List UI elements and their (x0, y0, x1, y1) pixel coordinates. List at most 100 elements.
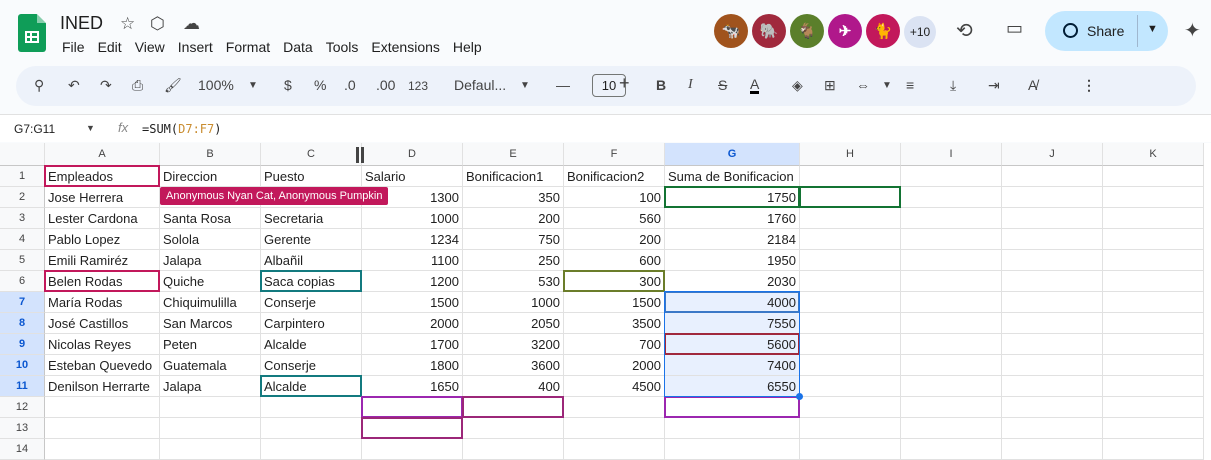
cell-f14[interactable] (564, 439, 665, 460)
cell-k3[interactable] (1103, 208, 1204, 229)
cell-i3[interactable] (901, 208, 1002, 229)
cell-i4[interactable] (901, 229, 1002, 250)
cell-j11[interactable] (1002, 376, 1103, 397)
cell-h8[interactable] (800, 313, 901, 334)
vertical-align-icon[interactable]: ⤓ (950, 77, 956, 94)
cell-e5[interactable]: 250 (463, 250, 564, 271)
column-header-j[interactable]: J (1002, 143, 1103, 166)
row-header-2[interactable]: 2 (0, 187, 45, 208)
cell-f5[interactable]: 600 (564, 250, 665, 271)
row-header-11[interactable]: 11 (0, 376, 45, 397)
cell-g5[interactable]: 1950 (665, 250, 800, 271)
cell-g8[interactable]: 7550 (665, 313, 800, 334)
cell-i9[interactable] (901, 334, 1002, 355)
cell-k1[interactable] (1103, 166, 1204, 187)
cell-d12[interactable] (362, 397, 463, 418)
cell-a2[interactable]: Jose Herrera (45, 187, 160, 208)
cell-j4[interactable] (1002, 229, 1103, 250)
column-header-h[interactable]: H (800, 143, 901, 166)
column-header-d[interactable]: D (362, 143, 463, 166)
cell-e7[interactable]: 1000 (463, 292, 564, 313)
cell-e6[interactable]: 530 (463, 271, 564, 292)
cell-c11[interactable]: Alcalde (261, 376, 362, 397)
cell-d3[interactable]: 1000 (362, 208, 463, 229)
cell-j14[interactable] (1002, 439, 1103, 460)
cell-k9[interactable] (1103, 334, 1204, 355)
cell-d8[interactable]: 2000 (362, 313, 463, 334)
cell-i2[interactable] (901, 187, 1002, 208)
cell-a14[interactable] (45, 439, 160, 460)
decrease-font-size-button[interactable]: — (556, 77, 570, 93)
cell-e3[interactable]: 200 (463, 208, 564, 229)
cell-j1[interactable] (1002, 166, 1103, 187)
cell-i14[interactable] (901, 439, 1002, 460)
cell-k10[interactable] (1103, 355, 1204, 376)
cell-j10[interactable] (1002, 355, 1103, 376)
cell-h7[interactable] (800, 292, 901, 313)
cell-c3[interactable]: Secretaria (261, 208, 362, 229)
cell-j8[interactable] (1002, 313, 1103, 334)
cell-a3[interactable]: Lester Cardona (45, 208, 160, 229)
cell-e4[interactable]: 750 (463, 229, 564, 250)
cell-b9[interactable]: Peten (160, 334, 261, 355)
cell-g4[interactable]: 2184 (665, 229, 800, 250)
cell-j2[interactable] (1002, 187, 1103, 208)
zoom-select[interactable]: 100% (198, 77, 234, 93)
chevron-down-icon[interactable]: ▼ (1147, 23, 1158, 35)
cell-k4[interactable] (1103, 229, 1204, 250)
cell-h12[interactable] (800, 397, 901, 418)
history-icon[interactable]: ⟲ (956, 18, 973, 43)
cell-e12[interactable] (463, 397, 564, 418)
cell-b4[interactable]: Solola (160, 229, 261, 250)
cell-f8[interactable]: 3500 (564, 313, 665, 334)
cell-c13[interactable] (261, 418, 362, 439)
column-header-c[interactable]: C (261, 143, 362, 166)
cell-j5[interactable] (1002, 250, 1103, 271)
cloud-status-icon[interactable]: ☁ (183, 14, 200, 34)
collaborator-avatar[interactable]: 🐘 (752, 14, 786, 48)
row-header-4[interactable]: 4 (0, 229, 45, 250)
paint-format-icon[interactable]: 🖌 (164, 77, 182, 94)
collaborator-avatar[interactable]: 🐐 (790, 14, 824, 48)
column-header-a[interactable]: A (45, 143, 160, 166)
text-wrap-icon[interactable]: ⇥ (988, 77, 1000, 94)
cell-k6[interactable] (1103, 271, 1204, 292)
cell-k13[interactable] (1103, 418, 1204, 439)
cell-a10[interactable]: Esteban Quevedo (45, 355, 160, 376)
cell-k12[interactable] (1103, 397, 1204, 418)
number-format-button[interactable]: 123 (408, 79, 428, 93)
cell-a13[interactable] (45, 418, 160, 439)
row-header-9[interactable]: 9 (0, 334, 45, 355)
cell-e1[interactable]: Bonificacion1 (463, 166, 564, 187)
cell-h5[interactable] (800, 250, 901, 271)
menu-tools[interactable]: Tools (326, 39, 359, 55)
comment-icon[interactable]: ▭ (1006, 18, 1023, 39)
cell-k14[interactable] (1103, 439, 1204, 460)
more-collaborators-badge[interactable]: +10 (904, 16, 936, 48)
star-icon[interactable]: ☆ (120, 14, 135, 34)
cell-g11[interactable]: 6550 (665, 376, 800, 397)
cell-g7[interactable]: 4000 (665, 292, 800, 313)
text-rotation-icon[interactable]: A̸ (1028, 77, 1037, 93)
cell-a11[interactable]: Denilson Herrarte (45, 376, 160, 397)
text-color-button[interactable]: A (750, 77, 760, 94)
cell-g2[interactable]: 1750 (665, 187, 800, 208)
cell-g10[interactable]: 7400 (665, 355, 800, 376)
cell-b6[interactable]: Quiche (160, 271, 261, 292)
cell-k2[interactable] (1103, 187, 1204, 208)
cell-c8[interactable]: Carpintero (261, 313, 362, 334)
cell-a6[interactable]: Belen Rodas (45, 271, 160, 292)
row-header-14[interactable]: 14 (0, 439, 45, 460)
column-header-k[interactable]: K (1103, 143, 1204, 166)
cell-d14[interactable] (362, 439, 463, 460)
cell-f10[interactable]: 2000 (564, 355, 665, 376)
collaborator-avatar[interactable]: 🐄 (714, 14, 748, 48)
cell-b1[interactable]: Direccion (160, 166, 261, 187)
cell-i7[interactable] (901, 292, 1002, 313)
italic-button[interactable]: I (688, 77, 693, 93)
strikethrough-button[interactable]: S (718, 77, 727, 93)
cell-h11[interactable] (800, 376, 901, 397)
cell-g13[interactable] (665, 418, 800, 439)
cell-g9[interactable]: 5600 (665, 334, 800, 355)
share-button[interactable]: Share ▼ (1045, 11, 1168, 51)
